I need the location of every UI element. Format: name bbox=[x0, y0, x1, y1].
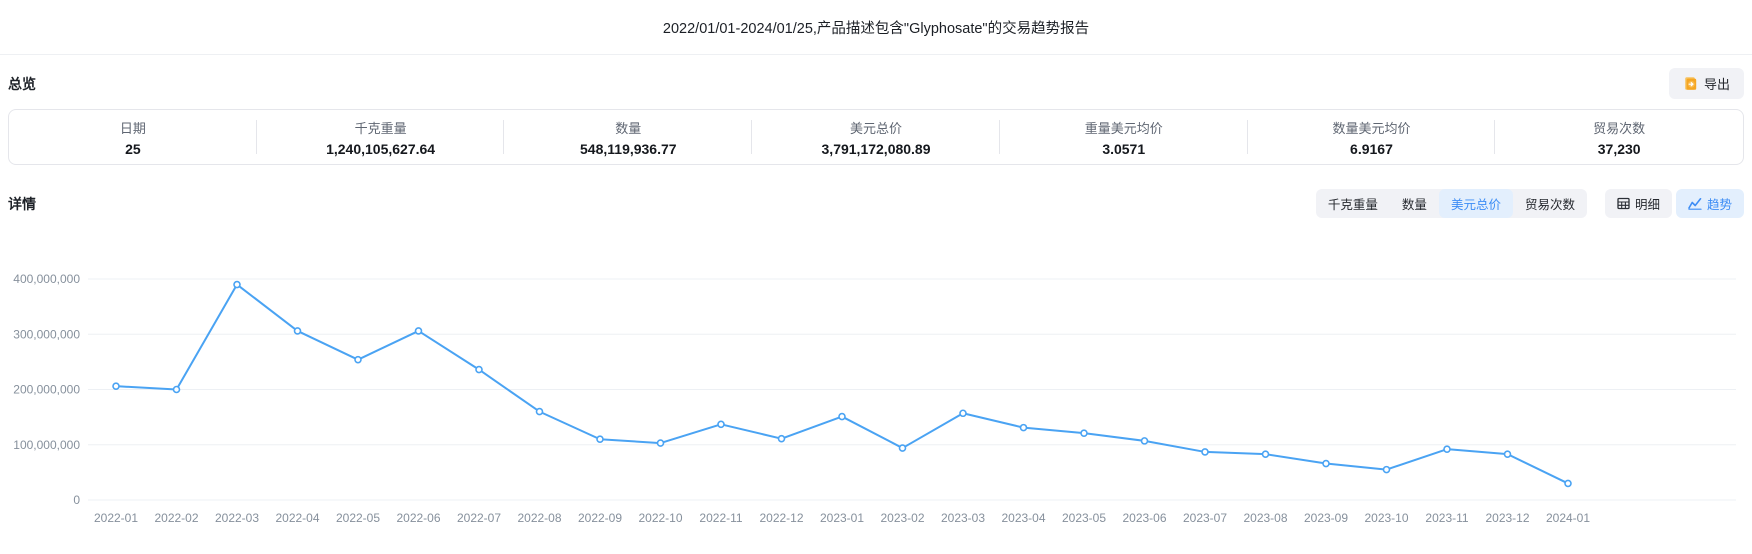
trend-line-chart: 0 100,000,000 200,000,000 300,000,000 400,00… bbox=[8, 222, 1744, 554]
data-point[interactable] bbox=[476, 367, 482, 373]
x-axis-tick-label: 2023-04 bbox=[1001, 511, 1045, 525]
line-chart-canvas: 0 100,000,000 200,000,000 300,000,000 400,00… bbox=[8, 222, 1744, 552]
data-point[interactable] bbox=[1263, 451, 1269, 457]
x-axis-tick-label: 2023-08 bbox=[1243, 511, 1287, 525]
x-axis-tick-label: 2022-03 bbox=[215, 511, 259, 525]
data-point[interactable] bbox=[779, 436, 785, 442]
data-point[interactable] bbox=[658, 440, 664, 446]
data-point[interactable] bbox=[1142, 438, 1148, 444]
x-axis-tick-label: 2024-01 bbox=[1546, 511, 1590, 525]
x-axis-tick-label: 2023-09 bbox=[1304, 511, 1348, 525]
y-axis-tick-label: 200,000,000 bbox=[13, 383, 80, 397]
data-point[interactable] bbox=[295, 328, 301, 334]
data-point[interactable] bbox=[113, 383, 119, 389]
data-point[interactable] bbox=[960, 410, 966, 416]
details-header-row: 详情 千克重量 数量 美元总价 贸易次数 bbox=[8, 189, 1744, 218]
x-axis-tick-label: 2023-06 bbox=[1122, 511, 1166, 525]
export-button[interactable]: 导出 bbox=[1669, 68, 1744, 99]
data-point[interactable] bbox=[416, 328, 422, 334]
y-axis-tick-label: 300,000,000 bbox=[13, 327, 80, 341]
overview-heading: 总览 bbox=[8, 74, 36, 94]
overview-stats-card: 日期 25 千克重量 1,240,105,627.64 数量 548,119,9… bbox=[8, 109, 1744, 165]
data-point[interactable] bbox=[1565, 480, 1571, 486]
data-point[interactable] bbox=[1384, 467, 1390, 473]
x-axis-tick-label: 2022-10 bbox=[638, 511, 682, 525]
x-axis-tick-label: 2023-03 bbox=[941, 511, 985, 525]
x-axis-tick-label: 2023-02 bbox=[880, 511, 924, 525]
data-point[interactable] bbox=[597, 436, 603, 442]
trend-icon bbox=[1688, 197, 1702, 210]
data-point[interactable] bbox=[1505, 451, 1511, 457]
details-heading: 详情 bbox=[8, 194, 36, 214]
x-axis-tick-label: 2022-12 bbox=[759, 511, 803, 525]
tab-trend-view[interactable]: 趋势 bbox=[1676, 189, 1744, 218]
x-axis-tick-label: 2023-05 bbox=[1062, 511, 1106, 525]
metric-tab-group: 千克重量 数量 美元总价 贸易次数 bbox=[1316, 189, 1587, 218]
data-point[interactable] bbox=[537, 409, 543, 415]
x-axis-tick-label: 2022-01 bbox=[94, 511, 138, 525]
y-axis-tick-label: 0 bbox=[73, 493, 80, 507]
x-axis-tick-label: 2022-09 bbox=[578, 511, 622, 525]
page-title: 2022/01/01-2024/01/25,产品描述包含"Glyphosate"… bbox=[663, 17, 1089, 38]
tab-trade-count[interactable]: 贸易次数 bbox=[1513, 189, 1587, 218]
x-axis-tick-label: 2023-12 bbox=[1485, 511, 1529, 525]
x-axis-tick-label: 2022-05 bbox=[336, 511, 380, 525]
tab-kg-weight[interactable]: 千克重量 bbox=[1316, 189, 1390, 218]
stat-date: 日期 25 bbox=[9, 110, 257, 164]
stat-usd-per-weight: 重量美元均价 3.0571 bbox=[1000, 110, 1248, 164]
y-axis-tick-label: 400,000,000 bbox=[13, 272, 80, 286]
stat-usd-per-quantity: 数量美元均价 6.9167 bbox=[1248, 110, 1496, 164]
data-point[interactable] bbox=[718, 421, 724, 427]
x-axis-tick-label: 2022-02 bbox=[154, 511, 198, 525]
tab-usd-total[interactable]: 美元总价 bbox=[1439, 189, 1513, 218]
data-point[interactable] bbox=[355, 357, 361, 363]
overview-header-row: 总览 导出 bbox=[8, 68, 1744, 99]
data-point[interactable] bbox=[174, 387, 180, 393]
data-point[interactable] bbox=[1021, 425, 1027, 431]
data-point[interactable] bbox=[1202, 449, 1208, 455]
trend-series-line bbox=[116, 285, 1568, 484]
data-point[interactable] bbox=[234, 282, 240, 288]
x-axis-tick-label: 2022-04 bbox=[275, 511, 319, 525]
data-point[interactable] bbox=[1081, 430, 1087, 436]
table-icon bbox=[1617, 197, 1630, 210]
tab-detail-view[interactable]: 明细 bbox=[1605, 189, 1672, 218]
stat-trade-count: 贸易次数 37,230 bbox=[1495, 110, 1743, 164]
data-point[interactable] bbox=[900, 445, 906, 451]
x-axis-tick-label: 2022-07 bbox=[457, 511, 501, 525]
stat-usd-total: 美元总价 3,791,172,080.89 bbox=[752, 110, 1000, 164]
data-point[interactable] bbox=[839, 414, 845, 420]
y-axis-tick-label: 100,000,000 bbox=[13, 438, 80, 452]
x-axis-tick-label: 2022-11 bbox=[699, 511, 742, 525]
x-axis-tick-label: 2022-08 bbox=[517, 511, 561, 525]
data-point[interactable] bbox=[1323, 461, 1329, 467]
report-header: 2022/01/01-2024/01/25,产品描述包含"Glyphosate"… bbox=[0, 0, 1752, 55]
x-axis-tick-label: 2023-11 bbox=[1425, 511, 1468, 525]
chart-toolbar: 千克重量 数量 美元总价 贸易次数 bbox=[1316, 189, 1744, 218]
x-axis-tick-label: 2022-06 bbox=[396, 511, 440, 525]
export-button-label: 导出 bbox=[1704, 74, 1730, 93]
x-axis-tick-label: 2023-10 bbox=[1364, 511, 1408, 525]
x-axis-tick-label: 2023-07 bbox=[1183, 511, 1227, 525]
data-point[interactable] bbox=[1444, 446, 1450, 452]
stat-kg-weight: 千克重量 1,240,105,627.64 bbox=[257, 110, 505, 164]
tab-quantity[interactable]: 数量 bbox=[1390, 189, 1439, 218]
x-axis-tick-label: 2023-01 bbox=[820, 511, 864, 525]
view-tab-group: 明细 趋势 bbox=[1605, 189, 1744, 218]
export-file-icon bbox=[1683, 76, 1698, 91]
stat-quantity: 数量 548,119,936.77 bbox=[504, 110, 752, 164]
